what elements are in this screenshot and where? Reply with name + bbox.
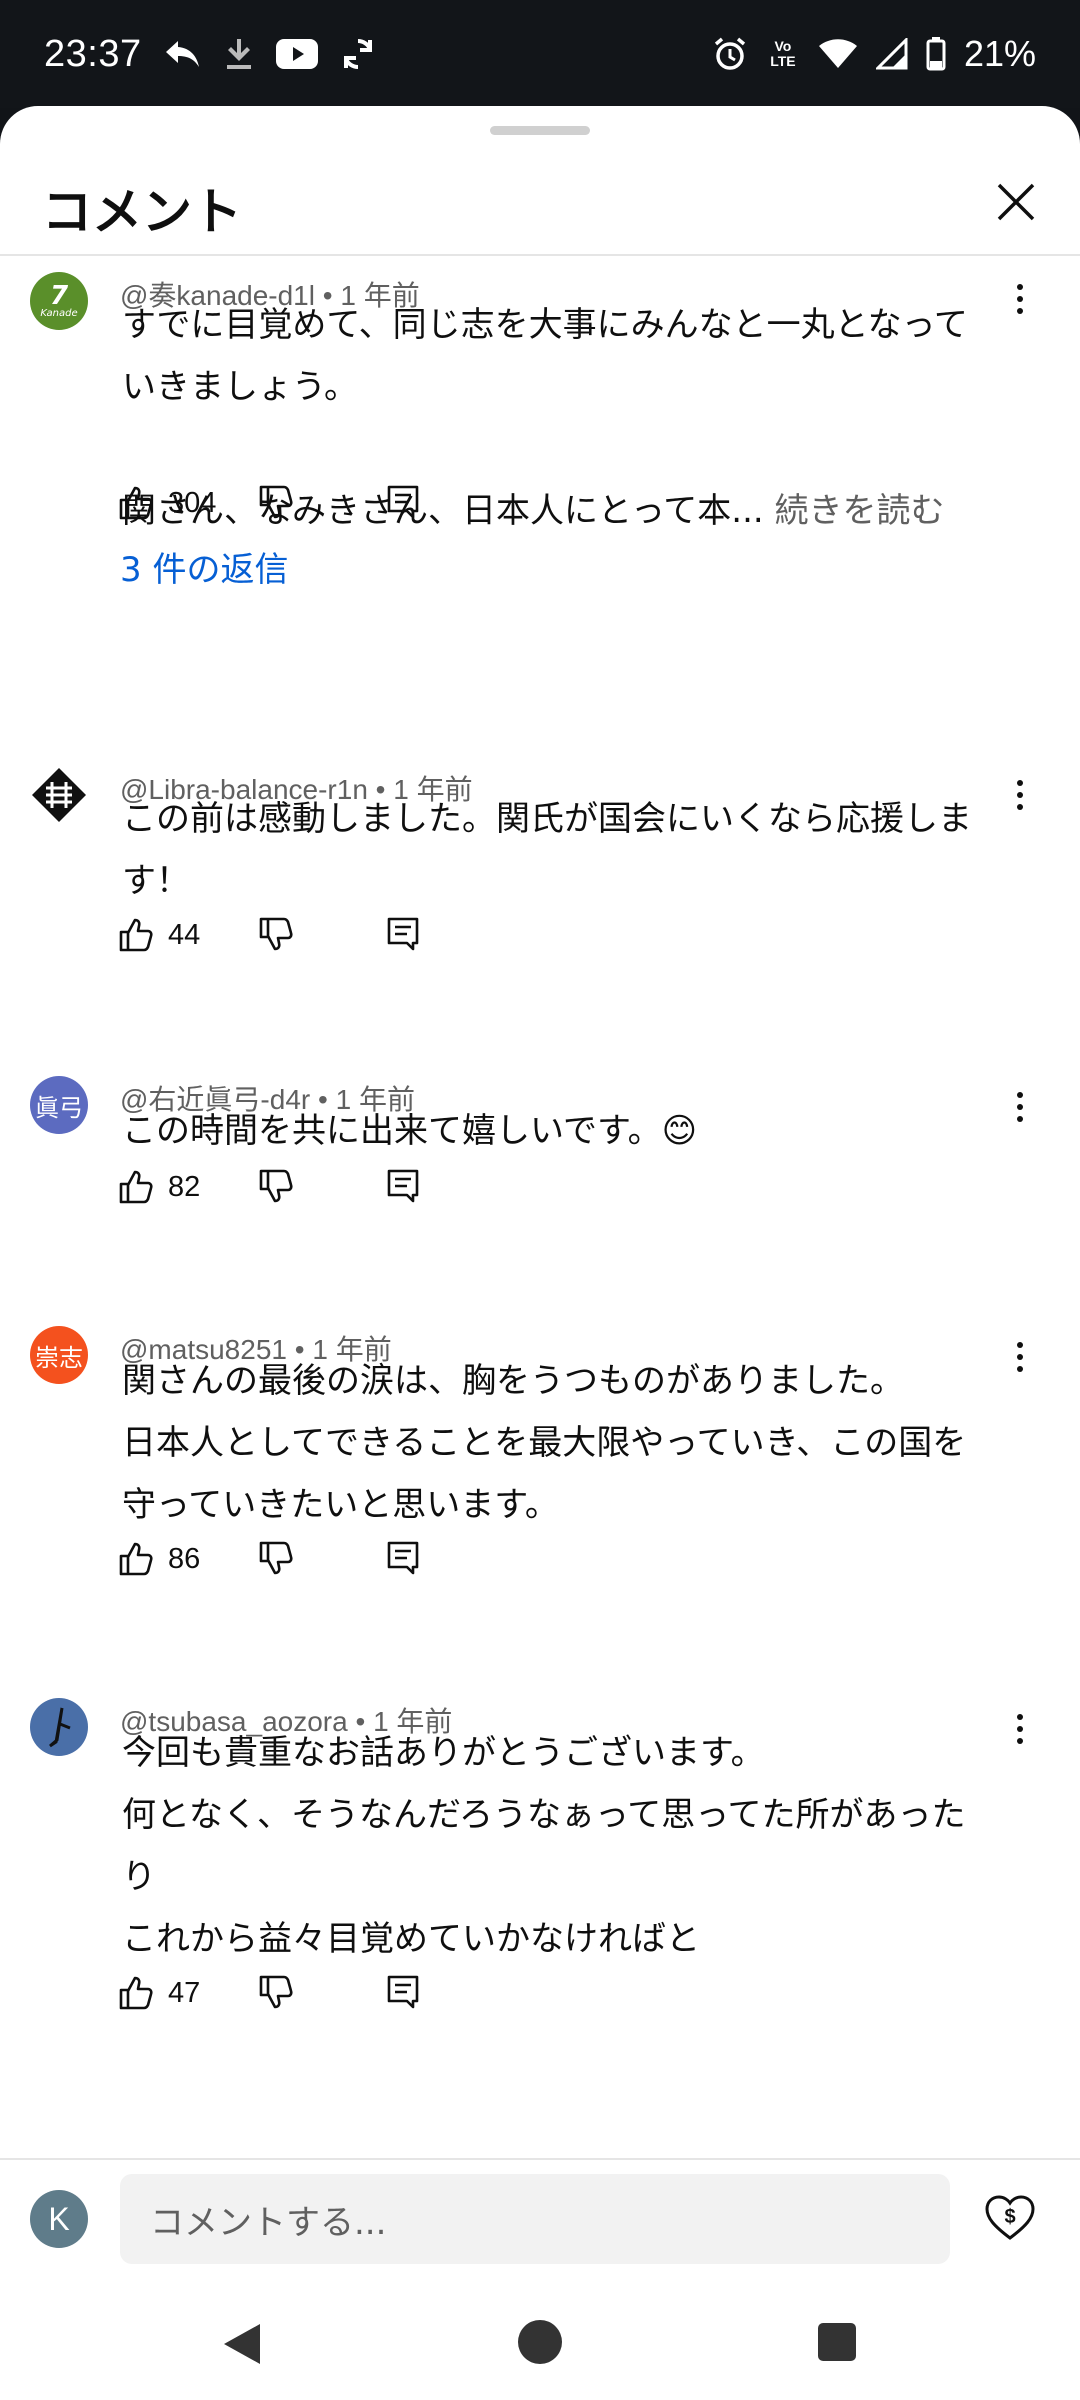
battery-icon [926,37,946,71]
my-avatar[interactable]: K [30,2190,88,2248]
dislike-button[interactable] [258,916,294,956]
dislike-button[interactable] [258,1974,294,2014]
signal-icon [875,38,908,70]
like-count: 44 [168,918,201,951]
more-options-button[interactable] [1005,770,1035,820]
reply-comment-icon [387,1541,419,1575]
avatar[interactable]: 眞弓 [30,1076,88,1134]
view-replies-button[interactable]: 3 件の返信 [120,542,288,591]
wifi-icon [818,39,857,68]
like-button[interactable]: 304 [118,485,216,521]
comment-text: この前は感動しました。関氏が国会にいくなら応援しま す！ [122,799,972,901]
comment-actions: 44 [118,910,419,960]
comment-actions: 47 [118,1968,419,2018]
reply-button[interactable] [386,1974,420,2014]
like-button[interactable]: 86 [118,1541,200,1577]
home-nav-icon[interactable] [518,2320,562,2364]
recents-nav-icon[interactable] [818,2323,856,2361]
status-bar: 23:37 Vo LTE 21% [0,0,1080,108]
reply-comment-icon [387,1975,419,2009]
thumbs-up-icon [119,486,153,520]
sheet-title: コメント [42,183,242,241]
comment-text: すでに目覚めて、同じ志を大事にみんなと一丸となって いきましょう。 関さん、なみ… [122,305,968,531]
battery-percent: 21% [963,33,1036,74]
volte-icon: Vo LTE [770,38,796,69]
dislike-button[interactable] [258,1168,294,1208]
bird-avatar-icon [49,1707,71,1748]
dislike-button[interactable] [258,484,294,524]
reply-comment-icon [387,1169,419,1203]
like-button[interactable]: 44 [118,917,200,953]
comment-text: 関さんの最後の涙は、胸をうつものがありました。 日本人としてできることを最大限や… [122,1361,967,1525]
avatar[interactable] [30,1698,88,1756]
status-time: 23:37 [44,32,142,75]
thumbs-down-icon [259,917,293,951]
reply-button[interactable] [386,1168,420,1208]
comment-input-bar: K コメントする... $ [0,2158,1080,2288]
sync-icon [343,39,372,69]
comments-list[interactable]: 7 Kanade @奏kanade-d1l • 1 年前 すでに目覚めて、同じ志… [0,258,1080,2080]
thumbs-up-icon [119,1976,153,2010]
thumbs-down-icon [259,1975,293,2009]
more-options-button[interactable] [1005,1704,1035,1754]
system-icons: Vo LTE 21% [712,33,1036,75]
comment-actions: 82 [118,1162,419,1212]
more-options-button[interactable] [1005,1332,1035,1382]
dislike-button[interactable] [258,1540,294,1580]
comment-actions: 86 [118,1534,419,1584]
more-options-button[interactable] [1005,274,1035,324]
like-count: 304 [168,486,217,519]
reply-comment-icon [387,485,419,519]
back-nav-icon[interactable] [222,2322,262,2366]
drag-handle[interactable] [490,126,590,135]
youtube-icon [275,39,318,69]
thumbs-down-icon [259,1541,293,1575]
notification-icons [162,36,376,72]
alarm-icon [714,37,746,70]
maze-avatar-icon [32,768,86,822]
thumbs-up-icon [119,918,153,952]
heart-dollar-icon: $ [985,2195,1035,2240]
comment-actions: 304 [118,478,419,528]
svg-text:$: $ [1004,2206,1015,2228]
thumbs-down-icon [259,1169,293,1203]
comment-input[interactable]: コメントする... [120,2174,950,2264]
avatar-caption: Kanade [40,308,78,319]
thumbs-up-icon [119,1542,153,1576]
avatar-initial: 眞弓 [35,1093,83,1122]
like-button[interactable]: 82 [118,1169,200,1205]
avatar[interactable]: 7 Kanade [30,272,88,330]
thumbs-down-icon [259,485,293,519]
comment-text: 今回も貴重なお話ありがとうございます。 何となく、そうなんだろうなぁって思ってた… [122,1733,966,1959]
reply-button[interactable] [386,1540,420,1580]
super-thanks-button[interactable]: $ [984,2194,1036,2246]
sheet-header: コメント [0,152,1080,256]
like-count: 86 [168,1542,201,1575]
download-icon [226,39,251,69]
navigation-bar [0,2288,1080,2400]
reply-button[interactable] [386,916,420,956]
like-button[interactable]: 47 [118,1975,200,2011]
like-count: 47 [168,1976,201,2009]
like-count: 82 [168,1170,201,1203]
comments-sheet: コメント 7 Kanade @奏kanade-d1l • 1 年前 すでに目覚め… [0,106,1080,2288]
reply-arrow-icon [165,41,199,67]
reply-button[interactable] [386,484,420,524]
read-more-link[interactable]: 続きを読む [775,491,945,531]
avatar[interactable]: 崇志 [30,1326,88,1384]
thumbs-up-icon [119,1170,153,1204]
reply-comment-icon [387,917,419,951]
close-icon [997,183,1035,221]
close-button[interactable] [988,174,1044,230]
avatar-initial: 崇志 [35,1343,83,1372]
avatar-initial: 7 [49,281,69,311]
more-options-button[interactable] [1005,1082,1035,1132]
avatar[interactable] [30,766,88,824]
comment-text: この時間を共に出来て嬉しいです。😊 [122,1111,698,1151]
